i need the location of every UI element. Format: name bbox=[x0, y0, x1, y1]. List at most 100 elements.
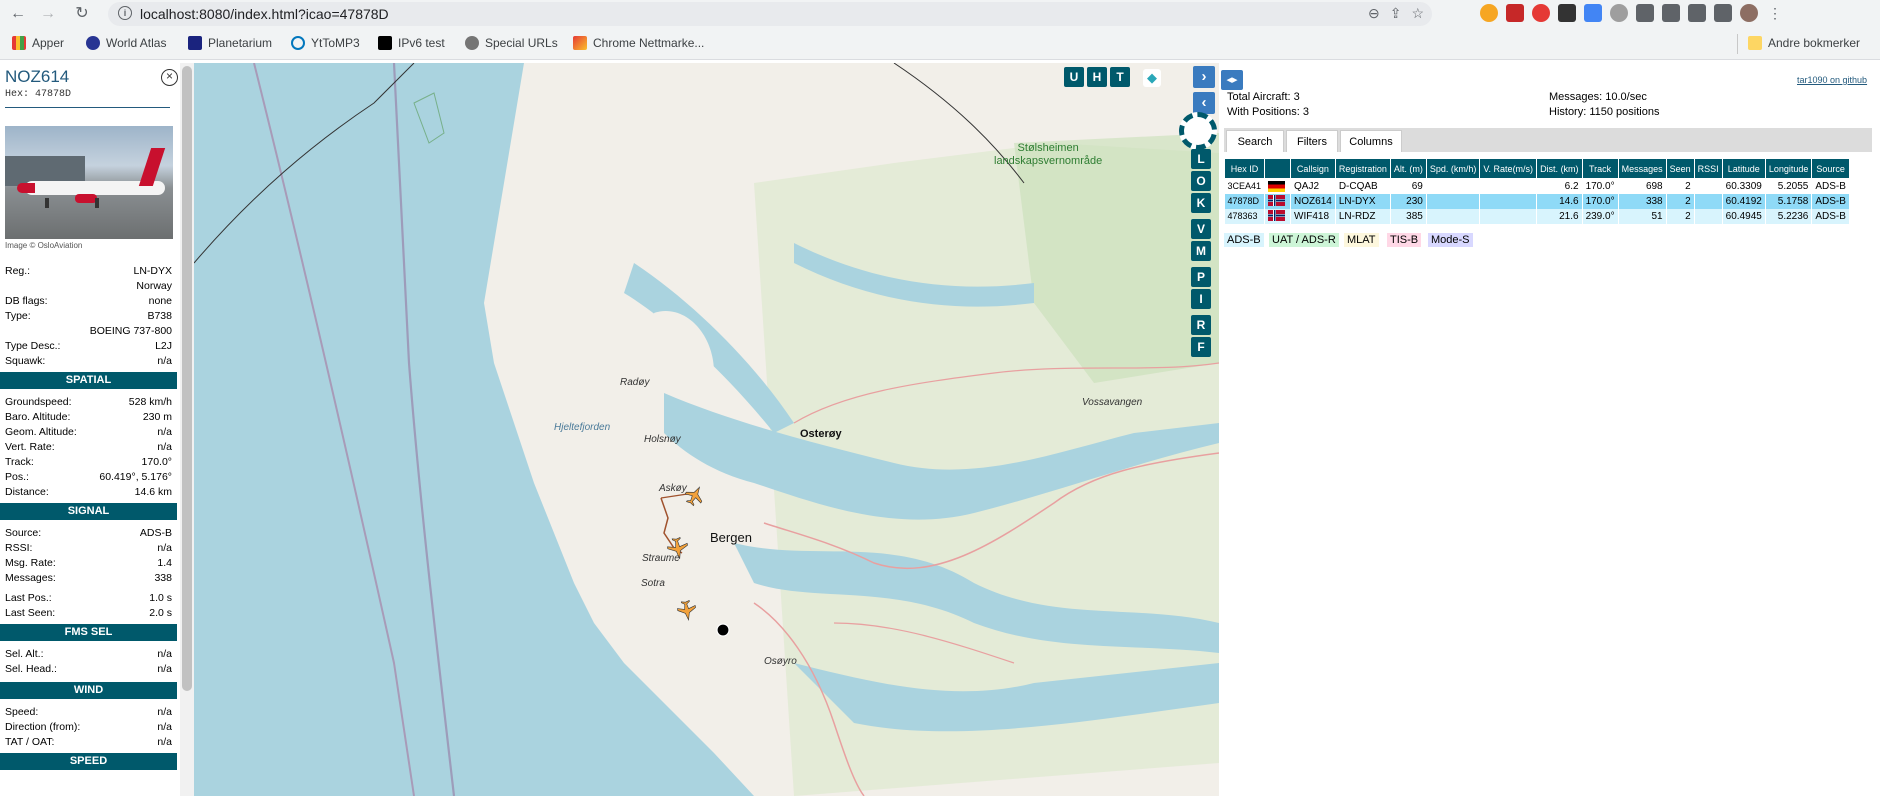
table-row[interactable]: 47878D NOZ614 LN-DYX 230 14.6 170.0° 338 2 60.41… bbox=[1224, 193, 1850, 209]
monitor-extension-icon[interactable] bbox=[1558, 4, 1576, 22]
map-button-v[interactable]: V bbox=[1191, 219, 1211, 239]
column-header[interactable]: V. Rate(m/s) bbox=[1479, 158, 1538, 179]
bookmark-chrome-nettmarked[interactable]: Chrome Nettmarke... bbox=[573, 36, 704, 50]
bookmark-other[interactable]: Andre bokmerker bbox=[1748, 36, 1860, 50]
avatar[interactable] bbox=[1740, 4, 1758, 22]
cookie-extension-icon[interactable] bbox=[1480, 4, 1498, 22]
wind-row: Speed: n/a bbox=[5, 706, 172, 719]
map-button-f[interactable]: F bbox=[1191, 337, 1211, 357]
cell-vrate bbox=[1479, 178, 1538, 194]
map-button-u[interactable]: U bbox=[1064, 67, 1084, 87]
cell-track: 170.0° bbox=[1582, 193, 1619, 209]
github-link[interactable]: tar1090 on github bbox=[1797, 75, 1867, 85]
menu-icon[interactable]: ⋮ bbox=[1766, 4, 1784, 22]
bookmark-ipv6-test[interactable]: IPv6 test bbox=[378, 36, 445, 50]
map-button-h[interactable]: H bbox=[1087, 67, 1107, 87]
star-site-icon bbox=[188, 36, 202, 50]
section-signal[interactable]: SIGNAL bbox=[0, 503, 177, 520]
bookmark-apps[interactable]: Apper bbox=[12, 36, 64, 50]
scrollbar-thumb[interactable] bbox=[182, 66, 192, 691]
map-button-t[interactable]: T bbox=[1110, 67, 1130, 87]
close-icon[interactable]: × bbox=[161, 69, 178, 86]
back-icon[interactable]: ← bbox=[8, 4, 28, 24]
reload-icon[interactable]: ↻ bbox=[72, 4, 92, 24]
cell-callsign: WIF418 bbox=[1290, 208, 1336, 224]
zoom-icon[interactable]: ⊖ bbox=[1368, 5, 1380, 22]
map-button-r[interactable]: R bbox=[1191, 315, 1211, 335]
resize-panel-icon[interactable]: ◂▸ bbox=[1221, 70, 1243, 90]
circle-extension-icon[interactable] bbox=[1610, 4, 1628, 22]
sidepanel-icon[interactable] bbox=[1714, 4, 1732, 22]
media-icon[interactable] bbox=[1662, 4, 1680, 22]
column-header[interactable]: Track bbox=[1581, 158, 1619, 179]
address-bar[interactable]: i localhost:8080/index.html?icao=47878D … bbox=[108, 2, 1432, 26]
field-value: 1.0 s bbox=[149, 592, 172, 604]
bookmark-yttomp3[interactable]: YtToMP3 bbox=[291, 36, 360, 50]
field-label: DB flags: bbox=[5, 295, 48, 307]
column-header[interactable]: Latitude bbox=[1721, 158, 1766, 179]
spatial-row: Pos.: 60.419°, 5.176° bbox=[5, 471, 172, 484]
column-header[interactable]: Source bbox=[1811, 158, 1850, 179]
cell-dist: 14.6 bbox=[1536, 193, 1583, 209]
share-icon[interactable]: ⇪ bbox=[1390, 5, 1402, 22]
column-header[interactable]: Messages bbox=[1617, 158, 1667, 179]
download-icon[interactable] bbox=[1688, 4, 1706, 22]
tab-search[interactable]: Search bbox=[1226, 130, 1284, 152]
cell-src: ADS-B bbox=[1811, 208, 1850, 224]
aircraft-photo[interactable] bbox=[5, 126, 173, 239]
expand-panel-icon[interactable]: › bbox=[1193, 66, 1215, 88]
bookmark-special-urls[interactable]: Special URLs bbox=[465, 36, 558, 50]
extension-icon[interactable] bbox=[1506, 4, 1524, 22]
settings-gear-icon[interactable] bbox=[1179, 112, 1217, 150]
section-speed[interactable]: SPEED bbox=[0, 753, 177, 770]
field-value: n/a bbox=[157, 736, 172, 748]
cell-msgs: 51 bbox=[1618, 208, 1667, 224]
star-icon[interactable]: ☆ bbox=[1411, 5, 1424, 22]
map-button-k[interactable]: K bbox=[1191, 193, 1211, 213]
map-button-o[interactable]: O bbox=[1191, 171, 1211, 191]
puzzle-icon[interactable] bbox=[1636, 4, 1654, 22]
bookmark-world-atlas[interactable]: World Atlas bbox=[86, 36, 166, 50]
column-header[interactable] bbox=[1264, 158, 1292, 179]
with-positions: With Positions: 3 bbox=[1227, 106, 1309, 118]
column-header[interactable]: Spd. (km/h) bbox=[1425, 158, 1481, 179]
collapse-panel-icon[interactable]: ‹ bbox=[1193, 92, 1215, 114]
column-header[interactable]: Longitude bbox=[1764, 158, 1813, 179]
column-header[interactable]: Registration bbox=[1334, 158, 1391, 179]
column-header[interactable]: Alt. (m) bbox=[1389, 158, 1427, 179]
map-button-l[interactable]: L bbox=[1191, 149, 1211, 169]
section-wind[interactable]: WIND bbox=[0, 682, 177, 699]
google-extension-icon[interactable] bbox=[1584, 4, 1602, 22]
section-fms-sel[interactable]: FMS SEL bbox=[0, 624, 177, 641]
cell-alt: 385 bbox=[1390, 208, 1427, 224]
cell-callsign: QAJ2 bbox=[1290, 178, 1336, 194]
map-button-m[interactable]: M bbox=[1191, 241, 1211, 261]
cell-rssi bbox=[1694, 208, 1723, 224]
spatial-row: Vert. Rate: n/a bbox=[5, 441, 172, 454]
bookmark-planetarium[interactable]: Planetarium bbox=[188, 36, 272, 50]
info-icon[interactable]: i bbox=[118, 6, 132, 20]
map-view[interactable]: Stølsheimen landskapsvernområde Vossavang… bbox=[194, 63, 1219, 796]
url-text[interactable]: localhost:8080/index.html?icao=47878D bbox=[140, 6, 389, 22]
opera-extension-icon[interactable] bbox=[1532, 4, 1550, 22]
section-spatial[interactable]: SPATIAL bbox=[0, 372, 177, 389]
column-header[interactable]: Seen bbox=[1665, 158, 1695, 179]
column-header[interactable]: Dist. (km) bbox=[1536, 158, 1583, 179]
globe-icon bbox=[86, 36, 100, 50]
table-row[interactable]: 478363 WIF418 LN-RDZ 385 21.6 239.0° 51 2 60.494… bbox=[1224, 208, 1850, 224]
field-value: n/a bbox=[157, 542, 172, 554]
column-header[interactable]: Hex ID bbox=[1223, 158, 1266, 179]
table-row[interactable]: 3CEA41 QAJ2 D-CQAB 69 6.2 170.0° 698 2 60.3309 5.… bbox=[1224, 178, 1850, 194]
apps-icon bbox=[12, 36, 26, 50]
column-header[interactable]: Callsign bbox=[1290, 158, 1336, 179]
column-header[interactable]: RSSI bbox=[1693, 158, 1723, 179]
map-button-p[interactable]: P bbox=[1191, 267, 1211, 287]
tab-filters[interactable]: Filters bbox=[1286, 130, 1338, 152]
forward-icon[interactable]: → bbox=[38, 4, 58, 24]
field-value: n/a bbox=[157, 663, 172, 675]
cell-reg: D-CQAB bbox=[1335, 178, 1391, 194]
cell-callsign: NOZ614 bbox=[1290, 193, 1336, 209]
tab-columns[interactable]: Columns bbox=[1340, 130, 1402, 152]
map-button-i[interactable]: I bbox=[1191, 289, 1211, 309]
layers-icon[interactable]: ◆ bbox=[1143, 69, 1161, 87]
